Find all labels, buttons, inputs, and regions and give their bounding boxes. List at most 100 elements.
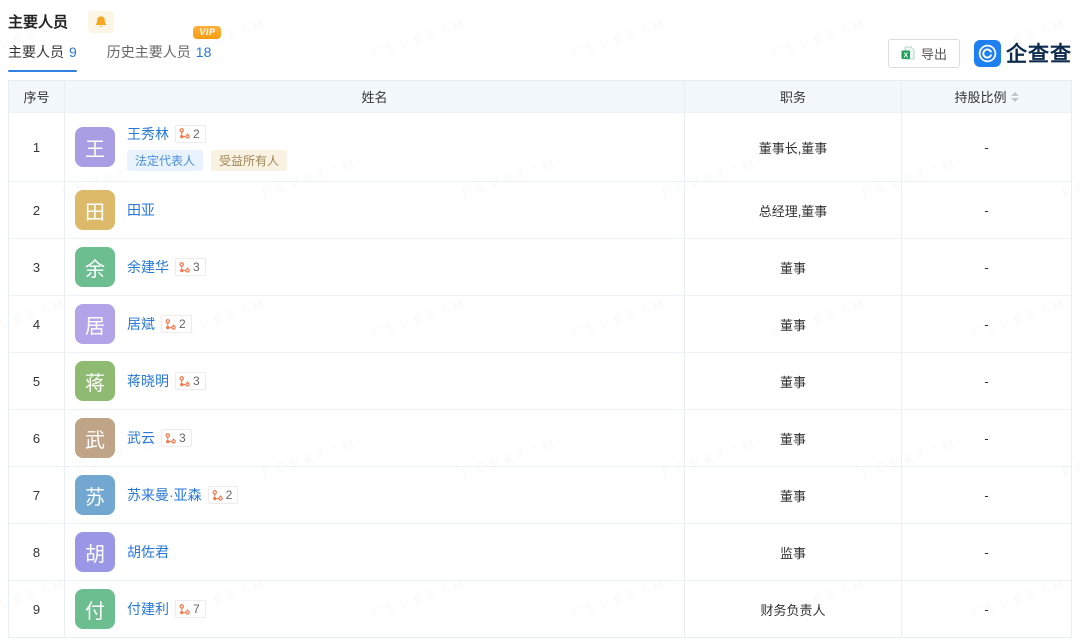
relation-count-badge[interactable]: 3 <box>175 258 206 276</box>
row-index: 7 <box>9 467 64 523</box>
table-row: 2 田 田亚 总 <box>9 181 1071 238</box>
relation-graph-icon <box>179 604 190 615</box>
table-row: 4 居 居斌 2 <box>9 295 1071 352</box>
row-index: 8 <box>9 524 64 580</box>
page-title: 主要人员 <box>8 11 68 32</box>
header-name: 姓名 <box>64 81 684 112</box>
position-cell: 董事 <box>684 353 901 409</box>
relation-count: 2 <box>179 317 186 331</box>
row-index: 4 <box>9 296 64 352</box>
table-row: 5 蒋 蒋晓明 3 <box>9 352 1071 409</box>
relation-count: 3 <box>179 431 186 445</box>
name-cell: 余 余建华 3 <box>64 239 684 295</box>
table-row: 8 胡 胡佐君 <box>9 523 1071 580</box>
notification-bell-button[interactable] <box>88 11 114 33</box>
header-shareholding: 持股比例 <box>901 81 1071 112</box>
export-label: 导出 <box>921 44 947 63</box>
name-cell: 武 武云 3 <box>64 410 684 466</box>
svg-text:X: X <box>903 52 908 59</box>
relation-count: 2 <box>226 488 233 502</box>
name-cell: 蒋 蒋晓明 3 <box>64 353 684 409</box>
shareholding-cell: - <box>901 524 1071 580</box>
person-name-link[interactable]: 苏来曼·亚森 <box>127 485 202 505</box>
position-cell: 董事长,董事 <box>684 113 901 181</box>
shareholding-cell: - <box>901 182 1071 238</box>
relation-graph-icon <box>179 262 190 273</box>
header-position: 职务 <box>684 81 901 112</box>
relation-count-badge[interactable]: 2 <box>175 125 206 143</box>
relation-count-badge[interactable]: 3 <box>161 429 192 447</box>
table-row: 7 苏 苏来曼·亚森 2 <box>9 466 1071 523</box>
person-name-link[interactable]: 田亚 <box>127 200 155 220</box>
position-cell: 董事 <box>684 467 901 523</box>
shareholding-cell: - <box>901 410 1071 466</box>
tab-toolbar-row: 主要人员9 历史主要人员18 VIP X 导出 <box>8 36 1072 72</box>
row-index: 9 <box>9 581 64 637</box>
tab-count: 9 <box>69 44 77 60</box>
row-index: 3 <box>9 239 64 295</box>
relation-graph-icon <box>179 128 190 139</box>
relation-count-badge[interactable]: 3 <box>175 372 206 390</box>
relation-graph-icon <box>165 319 176 330</box>
avatar: 苏 <box>75 475 115 515</box>
avatar: 付 <box>75 589 115 629</box>
person-name-link[interactable]: 付建利 <box>127 599 169 619</box>
shareholding-cell: - <box>901 467 1071 523</box>
person-name-link[interactable]: 武云 <box>127 428 155 448</box>
relation-count-badge[interactable]: 2 <box>208 486 239 504</box>
table-row: 1 王 王秀林 2 法定代表人受益所有人 <box>9 112 1071 181</box>
person-name-link[interactable]: 蒋晓明 <box>127 371 169 391</box>
qichacha-logo-icon <box>974 40 1001 67</box>
person-tag[interactable]: 受益所有人 <box>211 150 287 171</box>
brand-logo[interactable]: 企查查 <box>974 38 1072 68</box>
sort-icon[interactable] <box>1011 92 1019 102</box>
relation-graph-icon <box>212 490 223 501</box>
tab-label: 历史主要人员 <box>107 44 191 60</box>
person-name-link[interactable]: 王秀林 <box>127 124 169 144</box>
avatar: 田 <box>75 190 115 230</box>
row-index: 1 <box>9 113 64 181</box>
table-header-row: 序号 姓名 职务 持股比例 <box>9 81 1071 112</box>
person-tags: 法定代表人受益所有人 <box>127 150 287 171</box>
position-cell: 董事 <box>684 296 901 352</box>
shareholding-cell: - <box>901 353 1071 409</box>
relation-count: 2 <box>193 127 200 141</box>
shareholding-cell: - <box>901 113 1071 181</box>
name-cell: 付 付建利 7 <box>64 581 684 637</box>
avatar: 蒋 <box>75 361 115 401</box>
vip-badge: VIP <box>193 26 221 39</box>
avatar: 居 <box>75 304 115 344</box>
header-index: 序号 <box>9 81 64 112</box>
tab-history-personnel[interactable]: 历史主要人员18 VIP <box>107 42 212 72</box>
excel-icon: X <box>901 46 915 60</box>
position-cell: 总经理,董事 <box>684 182 901 238</box>
name-cell: 田 田亚 <box>64 182 684 238</box>
row-index: 2 <box>9 182 64 238</box>
name-cell: 胡 胡佐君 <box>64 524 684 580</box>
avatar: 余 <box>75 247 115 287</box>
tabs: 主要人员9 历史主要人员18 VIP <box>8 42 211 72</box>
person-name-link[interactable]: 胡佐君 <box>127 542 169 562</box>
shareholding-cell: - <box>901 296 1071 352</box>
person-name-link[interactable]: 余建华 <box>127 257 169 277</box>
relation-count-badge[interactable]: 2 <box>161 315 192 333</box>
personnel-table: 序号 姓名 职务 持股比例 1 王 王秀林 <box>8 80 1072 638</box>
person-tag[interactable]: 法定代表人 <box>127 150 203 171</box>
person-name-link[interactable]: 居斌 <box>127 314 155 334</box>
header-shareholding-label: 持股比例 <box>954 87 1006 106</box>
relation-graph-icon <box>179 376 190 387</box>
name-cell: 居 居斌 2 <box>64 296 684 352</box>
main-personnel-panel: EEV6Z7MEEV6Z7MEEV6Z7MEEV6Z7MEEV6Z7MEEV6Z… <box>0 0 1080 641</box>
tab-count: 18 <box>196 44 212 60</box>
title-row: 主要人员 <box>8 0 1072 34</box>
table-row: 9 付 付建利 7 <box>9 580 1071 637</box>
relation-count: 7 <box>193 602 200 616</box>
position-cell: 监事 <box>684 524 901 580</box>
export-button[interactable]: X 导出 <box>888 39 960 68</box>
table-row: 3 余 余建华 3 <box>9 238 1071 295</box>
relation-count-badge[interactable]: 7 <box>175 600 206 618</box>
name-cell: 苏 苏来曼·亚森 2 <box>64 467 684 523</box>
tab-main-personnel[interactable]: 主要人员9 <box>8 42 77 72</box>
table-row: 6 武 武云 3 <box>9 409 1071 466</box>
table-body: 1 王 王秀林 2 法定代表人受益所有人 <box>9 112 1071 637</box>
